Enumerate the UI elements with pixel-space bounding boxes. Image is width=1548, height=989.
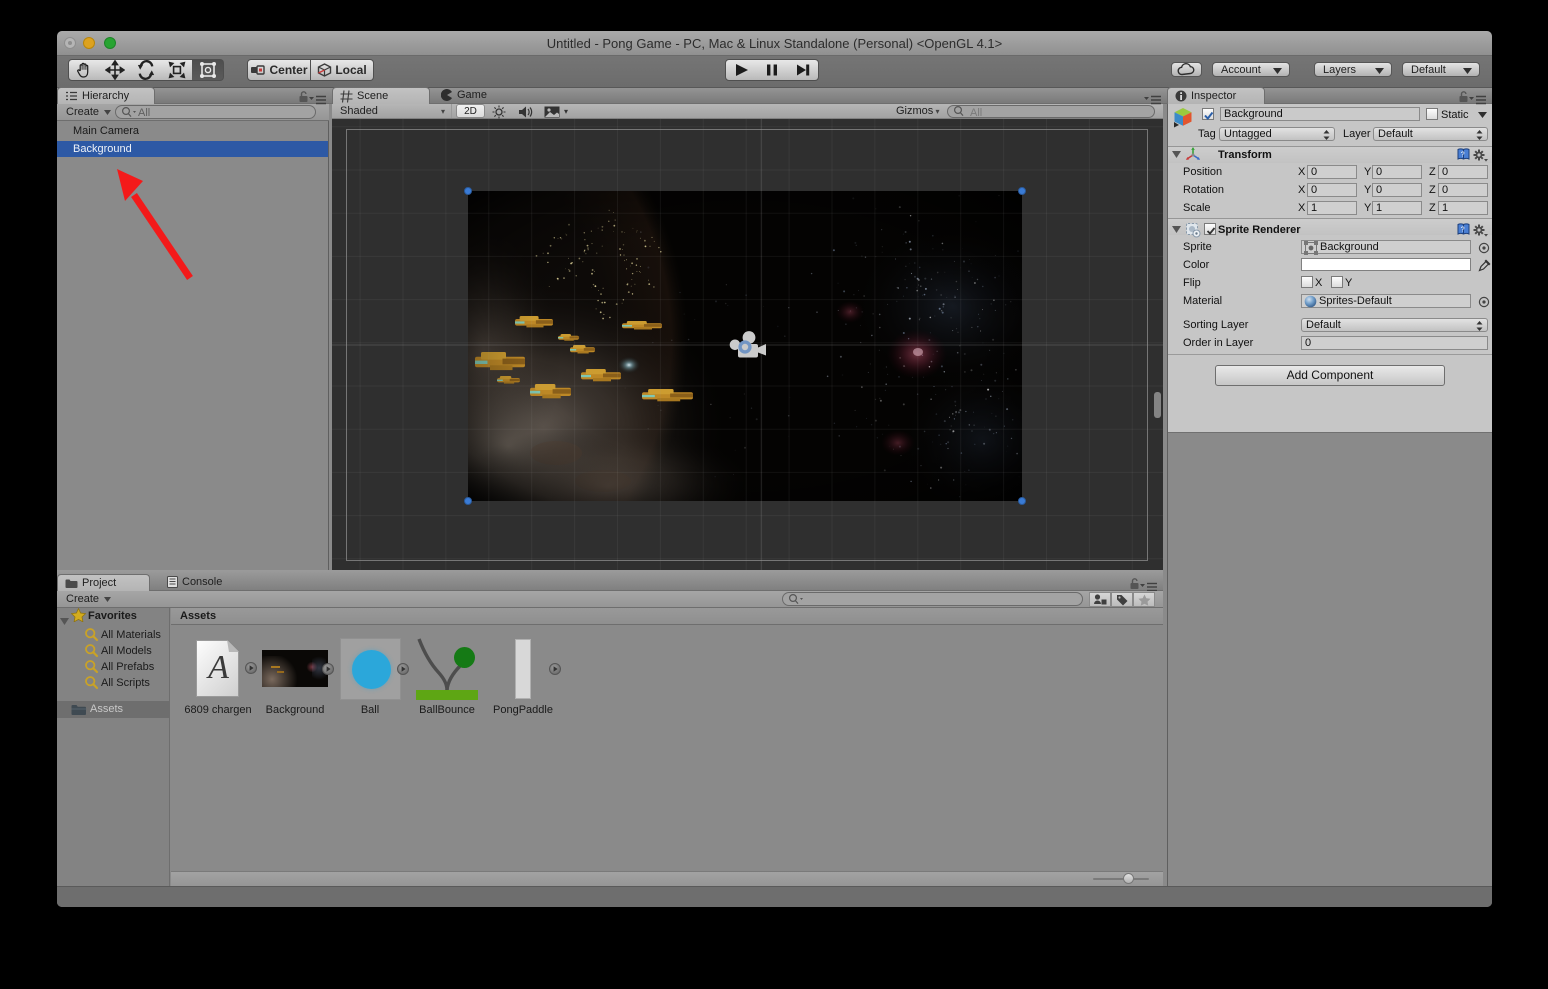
svg-text:?: ? <box>1461 227 1465 234</box>
svg-text:?: ? <box>1461 152 1465 159</box>
